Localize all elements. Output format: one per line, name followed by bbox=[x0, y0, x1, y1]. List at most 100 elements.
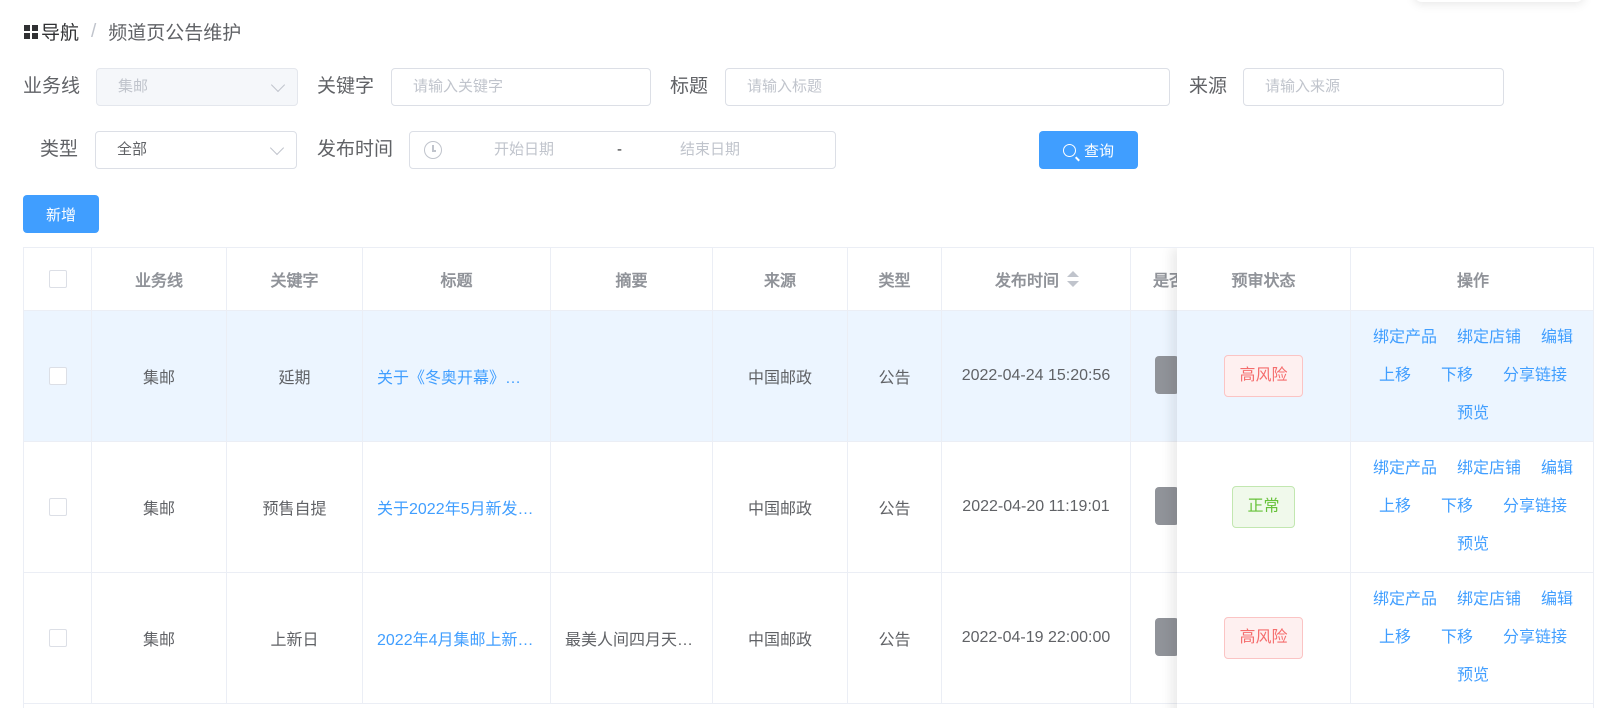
source-label: 来源 bbox=[1189, 76, 1228, 97]
header-publish-time[interactable]: 发布时间 bbox=[942, 248, 1131, 310]
bind-product-link[interactable]: 绑定产品 bbox=[1373, 450, 1437, 488]
fixed-header: 预审状态 操作 bbox=[1177, 248, 1593, 311]
cell-summary bbox=[551, 442, 713, 572]
share-link[interactable]: 分享链接 bbox=[1503, 619, 1567, 657]
grid-icon bbox=[24, 24, 38, 39]
cell-source: 中国邮政 bbox=[713, 442, 848, 572]
fixed-row: 高风险 绑定产品 绑定店铺 编辑 上移 下移 分享链接 预览 bbox=[1177, 573, 1593, 704]
cell-publish-time: 2022-04-24 15:20:56 bbox=[942, 311, 1131, 441]
title-link[interactable]: 关于《冬奥开幕》… bbox=[377, 364, 521, 388]
bind-shop-link[interactable]: 绑定店铺 bbox=[1457, 581, 1521, 619]
publish-time-label: 发布时间 bbox=[317, 139, 394, 160]
bind-shop-link[interactable]: 绑定店铺 bbox=[1457, 319, 1521, 357]
search-icon bbox=[1062, 143, 1076, 157]
move-down-link[interactable]: 下移 bbox=[1441, 488, 1473, 526]
keyword-placeholder: 请输入关键字 bbox=[413, 78, 504, 95]
move-down-link[interactable]: 下移 bbox=[1441, 619, 1473, 657]
announcement-table: 业务线 关键字 标题 摘要 来源 类型 发布时间 是否 集邮 延期 关于《冬奥开… bbox=[23, 247, 1594, 708]
bind-shop-link[interactable]: 绑定店铺 bbox=[1457, 450, 1521, 488]
move-down-link[interactable]: 下移 bbox=[1441, 357, 1473, 395]
business-line-label: 业务线 bbox=[23, 76, 81, 97]
fixed-right-columns: 预审状态 操作 高风险 绑定产品 绑定店铺 编辑 上移 下移 分享链接 预览 正… bbox=[1177, 248, 1593, 708]
cell-keyword: 上新日 bbox=[227, 573, 363, 703]
preview-link[interactable]: 预览 bbox=[1457, 526, 1489, 564]
cell-business-line: 集邮 bbox=[92, 311, 227, 441]
header-select-all bbox=[24, 248, 92, 310]
row-checkbox[interactable] bbox=[48, 367, 67, 385]
header-business-line: 业务线 bbox=[92, 248, 227, 310]
cell-keyword: 预售自提 bbox=[227, 442, 363, 572]
start-date-placeholder: 开始日期 bbox=[494, 141, 555, 158]
edit-link[interactable]: 编辑 bbox=[1541, 319, 1573, 357]
share-link[interactable]: 分享链接 bbox=[1503, 488, 1567, 526]
search-button[interactable]: 查询 bbox=[1039, 131, 1138, 169]
source-input[interactable]: 请输入来源 bbox=[1243, 68, 1504, 106]
move-up-link[interactable]: 上移 bbox=[1379, 488, 1411, 526]
header-summary: 摘要 bbox=[551, 248, 713, 310]
status-badge: 高风险 bbox=[1224, 617, 1303, 659]
title-link[interactable]: 关于2022年5月新发… bbox=[377, 495, 534, 519]
cell-review-status: 高风险 bbox=[1177, 311, 1351, 441]
status-badge: 高风险 bbox=[1224, 355, 1303, 397]
cell-keyword: 延期 bbox=[227, 311, 363, 441]
type-value: 全部 bbox=[117, 141, 148, 158]
keyword-input[interactable]: 请输入关键字 bbox=[391, 68, 651, 106]
cell-operations: 绑定产品 绑定店铺 编辑 上移 下移 分享链接 预览 bbox=[1351, 311, 1593, 441]
row-checkbox[interactable] bbox=[48, 629, 67, 647]
add-button[interactable]: 新增 bbox=[23, 195, 99, 233]
status-badge: 正常 bbox=[1232, 486, 1295, 528]
cell-business-line: 集邮 bbox=[92, 442, 227, 572]
cell-source: 中国邮政 bbox=[713, 573, 848, 703]
title-label: 标题 bbox=[670, 76, 709, 97]
select-all-checkbox[interactable] bbox=[48, 270, 67, 288]
business-line-value: 集邮 bbox=[118, 78, 149, 95]
toggle-block[interactable] bbox=[1155, 618, 1179, 656]
row-select bbox=[24, 311, 92, 441]
row-select bbox=[24, 573, 92, 703]
fixed-row: 正常 绑定产品 绑定店铺 编辑 上移 下移 分享链接 预览 bbox=[1177, 442, 1593, 573]
add-button-label: 新增 bbox=[45, 206, 76, 224]
toggle-block[interactable] bbox=[1155, 356, 1179, 394]
cell-operations: 绑定产品 绑定店铺 编辑 上移 下移 分享链接 预览 bbox=[1351, 573, 1593, 703]
move-up-link[interactable]: 上移 bbox=[1379, 357, 1411, 395]
row-select bbox=[24, 442, 92, 572]
cell-business-line: 集邮 bbox=[92, 573, 227, 703]
header-source: 来源 bbox=[713, 248, 848, 310]
cell-publish-time: 2022-04-20 11:19:01 bbox=[942, 442, 1131, 572]
date-range-picker[interactable]: 开始日期 - 结束日期 bbox=[409, 131, 836, 169]
preview-link[interactable]: 预览 bbox=[1457, 657, 1489, 695]
header-type: 类型 bbox=[848, 248, 942, 310]
keyword-label: 关键字 bbox=[317, 76, 375, 97]
type-select[interactable]: 全部 bbox=[95, 131, 297, 169]
edit-link[interactable]: 编辑 bbox=[1541, 581, 1573, 619]
header-review-status: 预审状态 bbox=[1177, 248, 1351, 310]
move-up-link[interactable]: 上移 bbox=[1379, 619, 1411, 657]
edit-link[interactable]: 编辑 bbox=[1541, 450, 1573, 488]
dropdown-shadow bbox=[1414, 0, 1584, 2]
bind-product-link[interactable]: 绑定产品 bbox=[1373, 581, 1437, 619]
cell-title: 关于2022年5月新发… bbox=[363, 442, 551, 572]
fixed-row: 高风险 绑定产品 绑定店铺 编辑 上移 下移 分享链接 预览 bbox=[1177, 311, 1593, 442]
cell-source: 中国邮政 bbox=[713, 311, 848, 441]
bind-product-link[interactable]: 绑定产品 bbox=[1373, 319, 1437, 357]
business-line-select: 集邮 bbox=[96, 68, 298, 106]
share-link[interactable]: 分享链接 bbox=[1503, 357, 1567, 395]
header-operations: 操作 bbox=[1456, 273, 1489, 290]
row-checkbox[interactable] bbox=[48, 498, 67, 516]
cell-operations: 绑定产品 绑定店铺 编辑 上移 下移 分享链接 预览 bbox=[1351, 442, 1593, 572]
preview-link[interactable]: 预览 bbox=[1457, 395, 1489, 433]
breadcrumb-current: 频道页公告维护 bbox=[108, 23, 242, 44]
clock-icon bbox=[424, 141, 442, 159]
toggle-block[interactable] bbox=[1155, 487, 1179, 525]
date-range-separator: - bbox=[617, 141, 622, 158]
cell-summary bbox=[551, 311, 713, 441]
breadcrumb-home[interactable]: 导航 bbox=[41, 18, 79, 45]
end-date-placeholder: 结束日期 bbox=[680, 141, 741, 158]
cell-type: 公告 bbox=[848, 442, 942, 572]
title-placeholder: 请输入标题 bbox=[747, 78, 823, 95]
header-keyword: 关键字 bbox=[227, 248, 363, 310]
title-link[interactable]: 2022年4月集邮上新… bbox=[377, 626, 534, 650]
sort-icon[interactable] bbox=[1067, 271, 1079, 287]
cell-title: 2022年4月集邮上新… bbox=[363, 573, 551, 703]
title-input[interactable]: 请输入标题 bbox=[725, 68, 1170, 106]
